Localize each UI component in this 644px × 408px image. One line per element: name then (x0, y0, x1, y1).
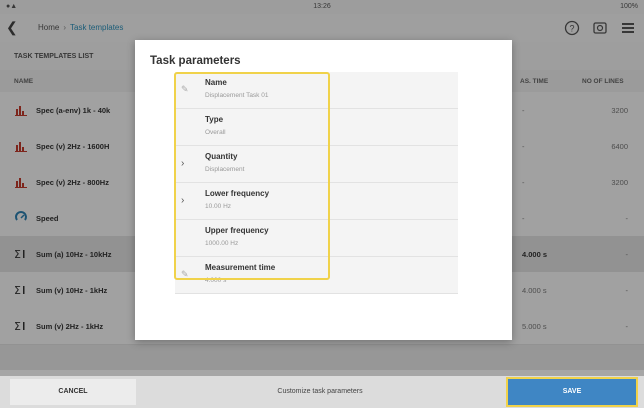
param-value: 1000.00 Hz (205, 240, 239, 247)
param-label: Quantity (205, 152, 238, 161)
param-label: Type (205, 115, 224, 124)
param-value: 4.000 s (205, 277, 227, 284)
param-lower-frequency[interactable]: › Lower frequency 10.00 Hz (175, 183, 458, 220)
param-value: Overall (205, 129, 226, 136)
param-measurement-time[interactable]: ✎ Measurement time 4.000 s (175, 257, 458, 294)
cancel-button[interactable]: CANCEL (10, 379, 136, 405)
footer-bar: CANCEL Customize task parameters SAVE (0, 376, 644, 408)
param-label: Lower frequency (205, 189, 270, 198)
param-label: Upper frequency (205, 226, 269, 235)
param-label: Measurement time (205, 263, 276, 272)
param-label: Name (205, 78, 227, 87)
param-value: Displacement Task 01 (205, 92, 269, 99)
parameter-list: ✎ Name Displacement Task 01 Type Overall › Qua… (175, 72, 458, 294)
param-value: Displacement (205, 166, 245, 173)
chevron-right-icon: › (181, 195, 185, 206)
pencil-icon: ✎ (181, 84, 189, 94)
param-quantity[interactable]: › Quantity Displacement (175, 146, 458, 183)
save-button[interactable]: SAVE (506, 377, 638, 407)
param-value: 10.00 Hz (205, 203, 232, 210)
param-name[interactable]: ✎ Name Displacement Task 01 (175, 72, 458, 109)
chevron-right-icon: › (181, 158, 185, 169)
task-parameters-dialog: Task parameters ✎ Name Displacement Task 0… (135, 40, 512, 340)
footer-caption: Customize task parameters (277, 388, 363, 395)
pencil-icon: ✎ (181, 269, 189, 279)
dialog-title: Task parameters (150, 55, 241, 67)
param-upper-frequency[interactable]: Upper frequency 1000.00 Hz (175, 220, 458, 257)
param-type[interactable]: Type Overall (175, 109, 458, 146)
